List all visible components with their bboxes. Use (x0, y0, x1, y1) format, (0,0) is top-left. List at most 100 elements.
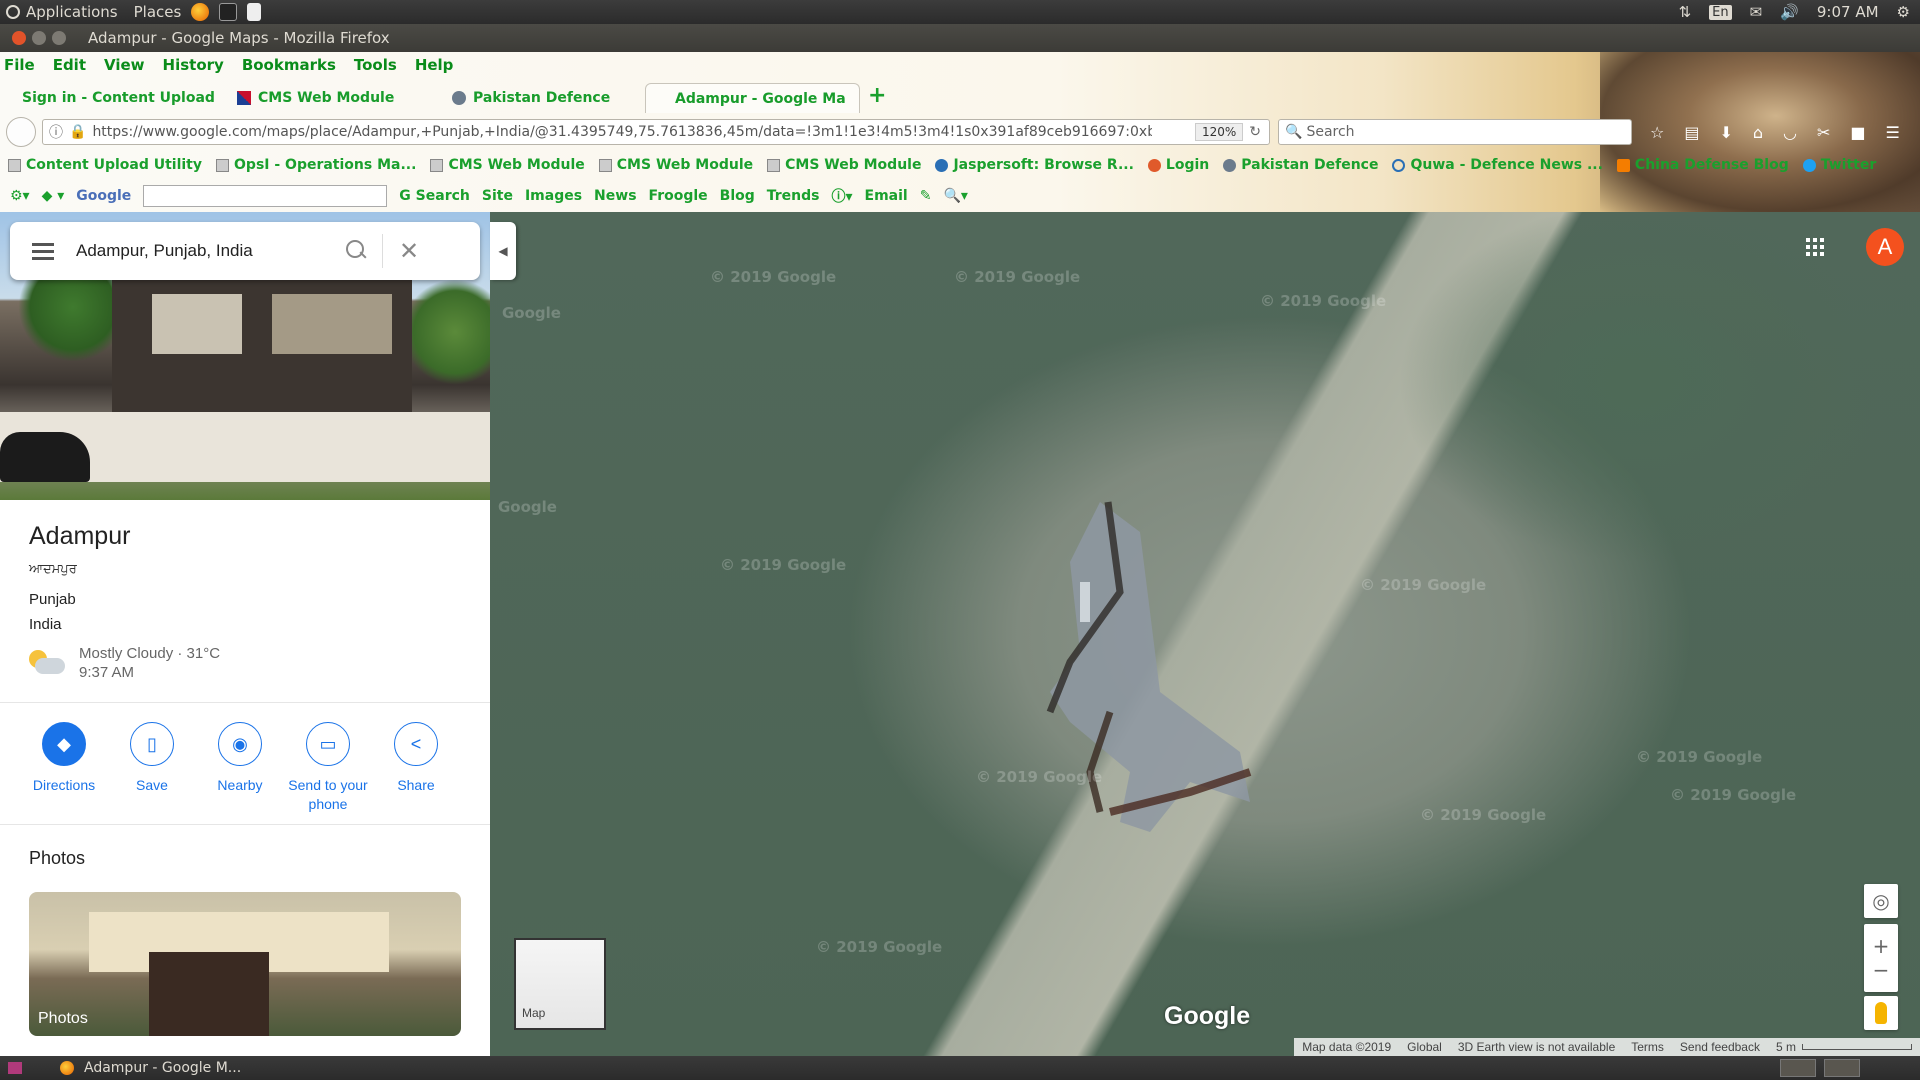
taskbar-window-label: Adampur - Google M... (84, 1060, 242, 1076)
toolbar-item-news[interactable]: News (594, 188, 636, 204)
firefox-launcher-icon[interactable] (191, 3, 210, 21)
bookmark-item[interactable]: Content Upload Utility (8, 157, 202, 173)
search-bar[interactable]: 🔍 Search (1278, 119, 1632, 145)
bookmark-item[interactable]: China Defense Blog (1616, 157, 1789, 173)
info-icon[interactable]: ⓘ (49, 122, 63, 142)
bookmark-item[interactable]: Quwa - Defence News ... (1392, 157, 1603, 173)
diamond-icon[interactable]: ◆ ▾ (42, 188, 65, 204)
menu-tools[interactable]: Tools (354, 56, 397, 80)
hamburger-menu-icon[interactable] (32, 239, 54, 264)
info-dropdown-icon[interactable]: ⓘ▾ (832, 186, 853, 206)
downloads-icon[interactable]: ⬇ (1719, 123, 1732, 142)
menu-view[interactable]: View (104, 56, 145, 80)
tab-label: CMS Web Module (258, 90, 395, 106)
reading-list-icon[interactable]: ▤ (1684, 123, 1699, 142)
place-panel: Adampur, Punjab, India ✕ Adampur ਆਦਮਪੁਰ … (0, 212, 490, 1056)
bookmark-item[interactable]: CMS Web Module (598, 157, 753, 173)
nearby-button[interactable]: ◉ Nearby (196, 722, 284, 814)
bookmark-item[interactable]: Jaspersoft: Browse R... (935, 157, 1134, 173)
tab-content-upload[interactable]: Sign in - Content Upload U (0, 83, 215, 113)
save-button[interactable]: ▯ Save (108, 722, 196, 814)
highlighter-icon[interactable]: ✎ (920, 188, 932, 204)
close-icon[interactable]: ✕ (399, 237, 419, 266)
map-watermark: Google (498, 498, 557, 516)
satellite-map[interactable]: © 2019 Google © 2019 Google © 2019 Googl… (490, 212, 1920, 1056)
zoom-out-button[interactable]: − (1873, 958, 1890, 982)
volume-icon[interactable]: 🔊 (1780, 3, 1799, 21)
my-location-icon[interactable]: ◎ (1864, 884, 1898, 918)
directions-button[interactable]: ◆ Directions (20, 722, 108, 814)
url-bar[interactable]: ⓘ 🔒 https://www.google.com/maps/place/Ad… (42, 119, 1270, 145)
menu-bookmarks[interactable]: Bookmarks (242, 56, 336, 80)
menu-history[interactable]: History (163, 56, 224, 80)
toolbar-item-trends[interactable]: Trends (767, 188, 820, 204)
keyboard-layout-indicator[interactable]: En (1709, 4, 1732, 20)
share-button[interactable]: < Share (372, 722, 460, 814)
minimize-window-button[interactable] (32, 31, 46, 45)
google-toolbar: ⚙▾ ◆ ▾ Google G Search Site Images News … (0, 180, 1920, 212)
show-desktop-icon[interactable] (8, 1062, 22, 1074)
workspace-1[interactable] (1780, 1059, 1816, 1077)
pocket-icon[interactable]: ◡ (1783, 123, 1797, 142)
home-icon[interactable]: ⌂ (1753, 123, 1763, 142)
bookmark-item[interactable]: CMS Web Module (767, 157, 921, 173)
search-engine-icon[interactable]: 🔍 (1285, 124, 1302, 140)
send-feedback-link[interactable]: Send feedback (1680, 1040, 1760, 1054)
menu-help[interactable]: Help (415, 56, 454, 80)
tab-google-maps[interactable]: Adampur - Google Ma (645, 83, 860, 113)
settings-gear-icon[interactable]: ⚙ (1897, 3, 1910, 21)
google-toolbar-search-input[interactable] (143, 185, 388, 207)
toolbar-options-icon[interactable]: ⚙▾ (10, 188, 30, 204)
photos-thumbnail[interactable]: Photos (29, 892, 461, 1036)
close-window-button[interactable] (12, 31, 26, 45)
tab-pakistan-defence[interactable]: Pakistan Defence (430, 83, 645, 113)
url-text[interactable]: https://www.google.com/maps/place/Adampu… (92, 124, 1152, 140)
search-icon[interactable] (346, 240, 368, 262)
system-monitor-icon[interactable] (219, 3, 238, 21)
taskbar-window-button[interactable]: Adampur - Google M... (60, 1060, 241, 1076)
network-icon[interactable]: ⇅ (1679, 3, 1692, 21)
bookmark-item[interactable]: Login (1147, 157, 1209, 173)
magnifier-icon[interactable]: 🔍▾ (943, 188, 967, 204)
text-editor-icon[interactable] (247, 3, 262, 21)
toolbar-item-email[interactable]: Email (865, 188, 908, 204)
maps-search-input[interactable]: Adampur, Punjab, India (76, 241, 336, 261)
tab-cms-web-module[interactable]: CMS Web Module (215, 83, 430, 113)
toolbar-item-search[interactable]: G Search (399, 188, 470, 204)
collapse-panel-button[interactable]: ◀ (490, 222, 516, 280)
account-avatar[interactable]: A (1866, 228, 1904, 266)
zoom-in-button[interactable]: + (1873, 934, 1890, 958)
scale-bar[interactable]: 5 m (1776, 1040, 1912, 1054)
bookmark-item[interactable]: Pakistan Defence (1223, 157, 1378, 173)
toolbar-item-blog[interactable]: Blog (720, 188, 755, 204)
reload-icon[interactable]: ↻ (1249, 124, 1261, 140)
extension-icon[interactable]: ■ (1850, 123, 1865, 142)
terms-link[interactable]: Terms (1631, 1040, 1664, 1054)
back-button[interactable] (6, 117, 36, 147)
toolbar-item-froogle[interactable]: Froogle (649, 188, 708, 204)
toolbar-item-site[interactable]: Site (482, 188, 513, 204)
hamburger-menu-icon[interactable]: ☰ (1886, 123, 1900, 142)
global-toggle[interactable]: Global (1407, 1040, 1442, 1054)
zoom-indicator[interactable]: 120% (1194, 123, 1244, 141)
clock[interactable]: 9:07 AM (1817, 3, 1879, 21)
google-brand[interactable]: Google (76, 188, 131, 204)
menu-edit[interactable]: Edit (53, 56, 86, 80)
workspace-2[interactable] (1824, 1059, 1860, 1077)
bookmark-item[interactable]: CMS Web Module (430, 157, 585, 173)
pegman-icon[interactable] (1864, 996, 1898, 1030)
new-tab-button[interactable]: + (868, 80, 886, 114)
menu-file[interactable]: File (4, 56, 35, 80)
places-menu[interactable]: Places (134, 3, 182, 21)
map-layer-toggle[interactable]: Map (514, 938, 606, 1030)
applications-menu[interactable]: Applications (6, 3, 118, 21)
screenshot-icon[interactable]: ✂ (1817, 123, 1830, 142)
maximize-window-button[interactable] (52, 31, 66, 45)
send-to-phone-button[interactable]: ▭ Send to your phone (284, 722, 372, 814)
bookmark-item[interactable]: Twitter (1802, 157, 1876, 173)
toolbar-item-images[interactable]: Images (525, 188, 582, 204)
google-apps-icon[interactable] (1806, 238, 1824, 256)
bookmark-star-icon[interactable]: ☆ (1650, 123, 1664, 142)
bookmark-item[interactable]: OpsI - Operations Ma... (216, 157, 416, 173)
mail-icon[interactable]: ✉ (1750, 3, 1763, 21)
